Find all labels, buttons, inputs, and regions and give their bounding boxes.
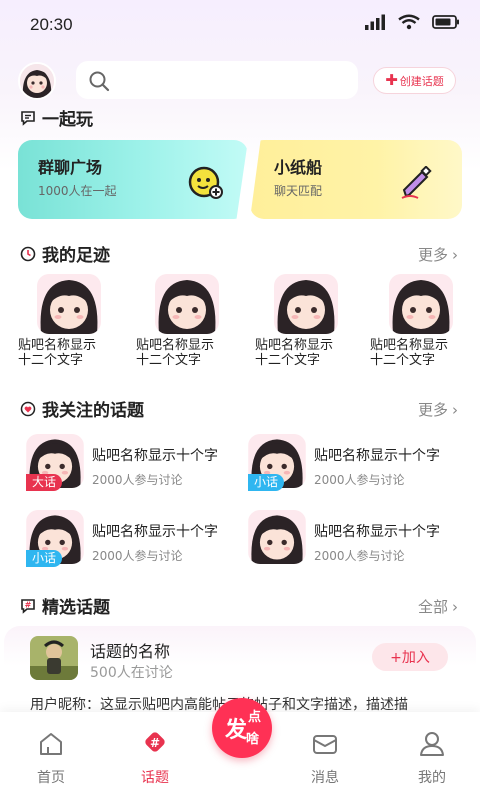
footprints-more-link[interactable]: 更多 › (418, 244, 458, 265)
footprint-caption: 贴吧名称显示 十二个文字 (370, 338, 449, 368)
girl-avatar-image (274, 274, 338, 334)
tab-topic-label: 话题 (141, 770, 169, 786)
fab-sup-label: 点 (248, 710, 262, 725)
tab-home[interactable]: 首页 (16, 730, 86, 787)
topic-name: 贴吧名称显示十个字 (314, 448, 440, 464)
profile-icon (420, 732, 444, 756)
followed-section-title: 我关注的话题 (42, 401, 144, 421)
followed-more-link[interactable]: 更多 › (418, 399, 458, 420)
fab-sub-label: 啥 (246, 732, 260, 747)
clock-icon (20, 246, 36, 261)
play-section-title: 一起玩 (42, 110, 93, 130)
search-icon (89, 71, 110, 92)
chevron-right-icon: › (452, 597, 458, 616)
topic-count: 2000人参与讨论 (314, 549, 405, 563)
footprints-section-header: 我的足迹 (20, 241, 110, 266)
topic-name: 话题的名称 (90, 642, 171, 661)
create-topic-button[interactable]: ✚ 创建话题 (373, 67, 456, 94)
play-section-header: 一起玩 (20, 105, 93, 130)
message-icon (313, 735, 337, 754)
selected-all-link[interactable]: 全部 › (418, 596, 458, 617)
footprints-more-label: 更多 (417, 246, 448, 264)
heart-icon (20, 401, 36, 416)
wifi-icon (398, 14, 420, 30)
topic-name: 贴吧名称显示十个字 (92, 524, 218, 540)
followed-topic-item[interactable]: 小话 贴吧名称显示十个字 2000人参与讨论 (26, 510, 246, 570)
paper-boat-title: 小纸船 (274, 158, 323, 177)
topic-cover-image (30, 636, 78, 680)
tab-profile-label: 我的 (418, 770, 446, 786)
paper-boat-card[interactable]: 小纸船 聊天匹配 (250, 140, 462, 219)
footprints-section-title: 我的足迹 (42, 246, 110, 266)
topic-icon: # (145, 732, 165, 752)
footprint-caption: 贴吧名称显示 十二个文字 (255, 338, 334, 368)
status-bar: 20:30 (0, 0, 480, 52)
signal-icon (365, 14, 385, 30)
topic-tag-badge: 小话 (26, 550, 63, 567)
topic-tag-badge: 小话 (248, 474, 285, 491)
paper-boat-sub: 聊天匹配 (274, 184, 323, 198)
group-chat-icon (188, 166, 223, 199)
topic-count: 2000人参与讨论 (314, 473, 405, 487)
footprint-item[interactable]: 贴吧名称显示 十二个文字 (134, 274, 240, 368)
create-topic-label: 创建话题 (399, 74, 444, 88)
bottle-icon (401, 166, 432, 199)
topic-count: 2000人参与讨论 (92, 473, 183, 487)
home-icon (40, 733, 62, 755)
footprint-caption: 贴吧名称显示 十二个文字 (18, 338, 97, 368)
tab-home-label: 首页 (37, 770, 65, 786)
tab-message-label: 消息 (311, 770, 339, 786)
tab-message[interactable]: 消息 (290, 730, 360, 787)
footprint-item[interactable]: 贴吧名称显示 十二个文字 (253, 274, 359, 368)
followed-topic-item[interactable]: 贴吧名称显示十个字 2000人参与讨论 (248, 510, 468, 570)
footprint-caption: 贴吧名称显示 十二个文字 (136, 338, 215, 368)
topic-count: 2000人参与讨论 (92, 549, 183, 563)
avatar[interactable] (18, 62, 56, 100)
hashtag-bubble-icon: # (21, 598, 35, 614)
svg-text:#: # (150, 736, 160, 750)
followed-more-label: 更多 (417, 401, 448, 419)
plus-icon: ✚ (385, 71, 398, 89)
search-input[interactable] (76, 61, 358, 99)
group-chat-title: 群聊广场 (38, 158, 103, 177)
join-button[interactable]: +加入 (372, 643, 448, 671)
girl-avatar-image (155, 274, 219, 334)
followed-section-header: 我关注的话题 (20, 396, 144, 421)
footprint-item[interactable]: 贴吧名称显示 十二个文字 (368, 274, 474, 368)
chevron-right-icon: › (452, 400, 458, 419)
topic-tag-badge: 大话 (26, 474, 63, 491)
fab-main-label: 发 (224, 718, 247, 743)
tab-topic[interactable]: # 话题 (120, 730, 190, 787)
selected-section-title: 精选话题 (42, 598, 110, 618)
selected-section-header: # 精选话题 (20, 593, 110, 618)
chat-bubble-icon (21, 110, 35, 126)
group-chat-card[interactable]: 群聊广场 1000人在一起 (18, 140, 248, 219)
topic-count: 500人在讨论 (90, 665, 173, 681)
topic-name: 贴吧名称显示十个字 (314, 524, 440, 540)
status-time: 20:30 (30, 15, 73, 34)
followed-topic-item[interactable]: 小话 贴吧名称显示十个字 2000人参与讨论 (248, 434, 468, 494)
topic-name: 贴吧名称显示十个字 (92, 448, 218, 464)
top-bar: ✚ 创建话题 (0, 58, 480, 104)
girl-avatar-image (37, 274, 101, 334)
status-icons (364, 14, 460, 30)
post-fab-button[interactable]: 发 点 啥 (212, 698, 272, 758)
selected-all-label: 全部 (417, 598, 448, 616)
group-chat-sub: 1000人在一起 (38, 184, 117, 198)
girl-avatar-image (248, 510, 306, 564)
chevron-right-icon: › (452, 245, 458, 264)
tab-profile[interactable]: 我的 (397, 730, 467, 787)
followed-topic-item[interactable]: 大话 贴吧名称显示十个字 2000人参与讨论 (26, 434, 246, 494)
girl-avatar-image (389, 274, 453, 334)
battery-icon (432, 15, 459, 29)
svg-text:#: # (25, 600, 32, 609)
footprint-item[interactable]: 贴吧名称显示 十二个文字 (16, 274, 122, 368)
